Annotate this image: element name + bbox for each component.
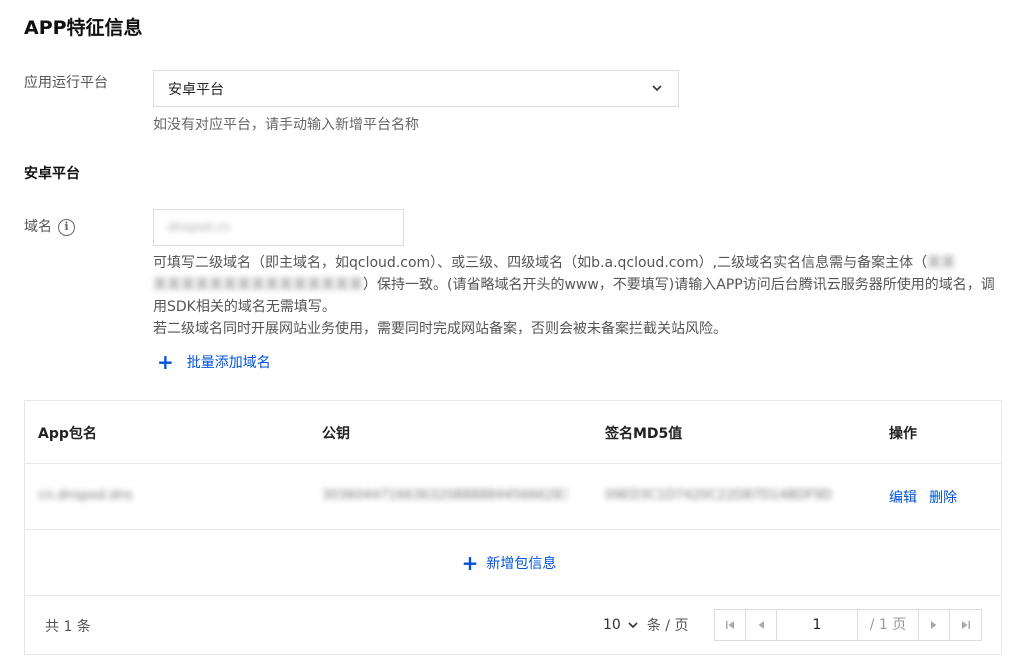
page-title: APP特征信息 [24,17,143,39]
desc-line-2: ）保持一致。(请省略域名开头的www，不要填写)请输入APP访问后台腾讯云服务器… [363,277,995,293]
add-package-row: + 新增包信息 [25,530,1001,596]
domain-description: 可填写二级域名（即主域名，如qcloud.com）、或三级、四级域名（如b.a.… [153,252,1003,340]
edit-button[interactable]: 编辑 [889,490,917,506]
domain-input[interactable]: dnspod.cn [153,209,404,246]
header-public-key: 公钥 [322,426,350,442]
platform-label: 应用运行平台 [24,75,108,91]
package-table: App包名 公钥 签名MD5值 操作 cn.dnspod.dns 3036044… [24,400,1002,655]
table-header: App包名 公钥 签名MD5值 操作 [25,401,1001,464]
platform-select-value: 安卓平台 [168,81,224,98]
info-icon[interactable]: i [58,218,75,236]
prev-page-button[interactable] [746,610,777,640]
desc-blurred-1: 某某 [927,255,956,271]
last-page-icon [961,621,970,629]
total-count: 共 1 条 [45,619,91,635]
add-package-button[interactable]: + 新增包信息 [462,553,557,573]
platform-hint: 如没有对应平台，请手动输入新增平台名称 [153,117,419,133]
next-page-button[interactable] [919,610,950,640]
header-actions: 操作 [889,426,917,442]
cell-package: cn.dnspod.dns [38,488,133,503]
plus-icon: + [157,350,174,374]
desc-line-1: 可填写二级域名（即主域名，如qcloud.com）、或三级、四级域名（如b.a.… [153,255,928,271]
section-title: 安卓平台 [24,166,80,182]
page-size-unit: 条 / 页 [646,618,689,634]
platform-select[interactable]: 安卓平台 [153,70,679,107]
domain-input-value: dnspod.cn [168,220,231,234]
first-page-icon [726,621,734,629]
cell-public-key: 3036044716636320888884456662833 [322,488,567,503]
first-page-button[interactable] [715,610,746,640]
desc-line-3: 用SDK相关的域名无需填写。 [153,299,336,315]
plus-icon: + [461,550,479,575]
domain-label: 域名 [24,219,52,235]
desc-blurred-2: 某某某某某某某某某某某某某某某 [153,277,363,293]
desc-line-4: 若二级域名同时开展网站业务使用，需要同时完成网站备案，否则会被未备案拦截关站风险… [153,321,727,337]
domain-label-wrap: 域名 i [24,216,75,236]
table-row: cn.dnspod.dns 30360447166363208888844566… [25,464,1001,530]
chevron-down-icon [628,622,638,629]
page-size-value: 10 [603,617,621,633]
batch-add-label: 批量添加域名 [186,355,271,371]
add-package-label: 新增包信息 [486,555,557,572]
header-package: App包名 [38,426,97,442]
last-page-button[interactable] [950,610,981,640]
cell-actions: 编辑 删除 [889,487,957,507]
total-pages: / 1 页 [858,610,919,640]
delete-button[interactable]: 删除 [929,490,957,506]
chevron-down-icon [652,85,662,92]
next-page-icon [931,621,937,629]
pager: 1 / 1 页 [714,609,982,641]
header-md5: 签名MD5值 [605,426,683,442]
pagination: 共 1 条 10 条 / 页 1 / 1 页 [25,596,1001,654]
cell-md5: 09ED3C1D7420C22D87D14BDF9D [605,488,832,503]
page-size-select[interactable]: 10 条 / 页 [603,615,688,635]
page-input[interactable]: 1 [777,610,858,640]
prev-page-icon [758,621,764,629]
batch-add-domain-button[interactable]: + 批量添加域名 [157,352,271,372]
